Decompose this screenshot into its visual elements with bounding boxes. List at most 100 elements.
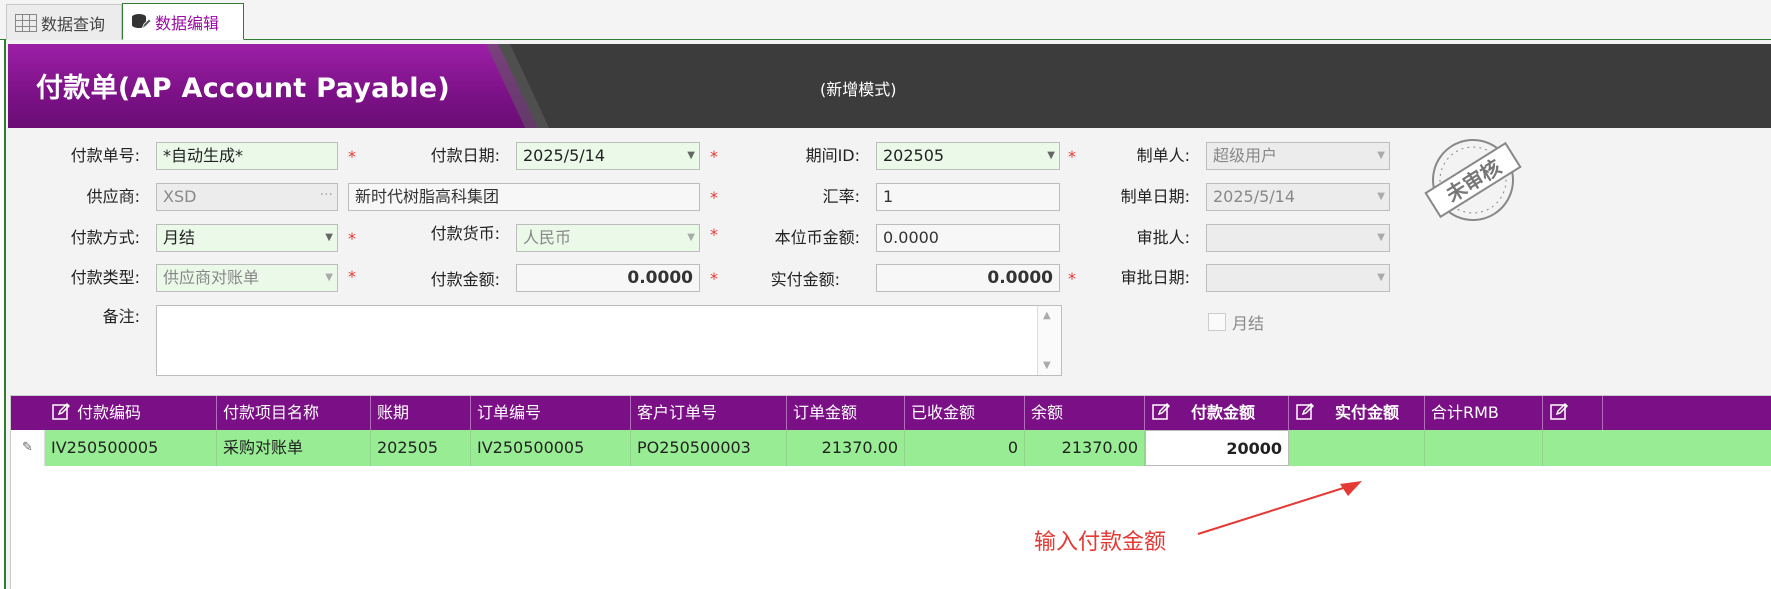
pencil-icon: ✎ [11,430,45,466]
edit-icon [52,402,71,420]
col-header[interactable]: 余额 [1025,396,1145,430]
required-mark: * [1068,269,1076,288]
required-mark: * [348,229,356,248]
col-header[interactable] [1543,396,1603,430]
col-header[interactable]: 订单金额 [787,396,905,430]
chevron-down-icon[interactable]: ▼ [1047,143,1055,169]
currency-label: 付款货币: [430,224,500,243]
pay-amount-label: 付款金额: [430,270,500,289]
col-label: 账期 [377,403,410,422]
approver-field[interactable]: ▼ [1206,224,1390,252]
col-header[interactable]: 付款金额 [1145,396,1289,430]
header-banner: 付款单(AP Account Payable) (新增模式) [8,44,1771,128]
create-date-field[interactable]: 2025/5/14 ▼ [1206,183,1390,211]
chevron-down-icon[interactable]: ▼ [1377,184,1385,210]
col-header[interactable]: 账期 [371,396,471,430]
col-label: 付款编码 [77,403,142,422]
rate-field[interactable]: 1 [876,183,1060,211]
cell-item-name[interactable]: 采购对账单 [217,430,371,466]
create-date-label: 制单日期: [1120,187,1190,206]
actual-amount-label: 实付金额: [770,270,840,289]
col-label: 订单金额 [793,403,858,422]
required-mark: * [710,269,718,288]
chevron-down-icon[interactable]: ▼ [1377,143,1385,169]
col-label: 实付金额 [1335,403,1400,422]
required-mark: * [1068,147,1076,166]
pay-type-value: 供应商对账单 [163,268,260,287]
period-field[interactable]: 202505 ▼ [876,142,1060,170]
cell-extra[interactable] [1543,430,1771,466]
local-amount-field: 0.0000 [876,224,1060,252]
tab-label: 数据编辑 [155,13,220,33]
edit-icon [1550,402,1569,420]
pay-type-field[interactable]: 供应商对账单 ▼ [156,264,338,292]
detail-grid: 付款编码 付款项目名称 账期 订单编号 客户订单号 订单金额 已收金额 余额 付… [10,395,1771,589]
approve-date-label: 审批日期: [1120,268,1190,287]
currency-value: 人民币 [523,228,572,247]
scroll-down-icon[interactable]: ▼ [1043,360,1051,371]
pay-date-value: 2025/5/14 [523,146,606,165]
col-label: 余额 [1031,403,1064,422]
local-amount-label: 本位币金额: [774,228,860,247]
cell-customer-order-no[interactable]: PO250500003 [631,430,787,466]
doc-no-field[interactable]: *自动生成* [156,142,338,170]
currency-field[interactable]: 人民币 ▼ [516,224,700,252]
cell-pay-amount[interactable]: 20000 [1145,430,1289,466]
pay-method-label: 付款方式: [70,228,140,247]
monthly-checkbox-label: 月结 [1232,314,1265,333]
row-header-corner [11,396,45,430]
col-label: 客户订单号 [637,403,718,422]
required-mark: * [710,225,718,244]
col-header[interactable]: 付款项目名称 [217,396,371,430]
tab-data-query[interactable]: 数据查询 [6,4,122,40]
col-header[interactable]: 订单编号 [471,396,631,430]
pay-amount-field: 0.0000 [516,264,700,292]
pay-date-field[interactable]: 2025/5/14 ▼ [516,142,700,170]
cell-total-rmb[interactable] [1425,430,1543,466]
cell-order-no[interactable]: IV250500005 [471,430,631,466]
col-header[interactable]: 实付金额 [1289,396,1425,430]
chevron-down-icon[interactable]: ▼ [1377,225,1385,251]
col-header[interactable]: 付款编码 [45,396,217,430]
monthly-checkbox[interactable] [1208,313,1226,331]
tab-data-edit[interactable]: 数据编辑 [122,3,244,40]
cell-received-amount[interactable]: 0 [905,430,1025,466]
col-label: 合计RMB [1431,403,1499,422]
chevron-down-icon[interactable]: ▼ [325,225,333,251]
approve-date-field[interactable]: ▼ [1206,264,1390,292]
chevron-down-icon[interactable]: ▼ [1377,265,1385,291]
col-label: 已收金额 [911,403,976,422]
chevron-down-icon[interactable]: ▼ [687,225,695,251]
edit-icon [1152,402,1171,420]
scroll-up-icon[interactable]: ▲ [1043,310,1051,321]
cell-actual-amount[interactable] [1289,430,1425,466]
chevron-down-icon[interactable]: ▼ [325,265,333,291]
doc-no-label: 付款单号: [70,146,140,165]
unreviewed-stamp: 未审核 [1424,139,1522,221]
supplier-label: 供应商: [86,187,140,206]
cell-period[interactable]: 202505 [371,430,471,466]
annotation-text: 输入付款金额 [1034,530,1167,555]
col-header[interactable]: 合计RMB [1425,396,1543,430]
cell-balance[interactable]: 21370.00 [1025,430,1145,466]
supplier-code-value: XSD [163,187,197,206]
rate-label: 汇率: [822,187,860,206]
memo-scrollbar[interactable]: ▲ ▼ [1037,306,1061,375]
creator-value: 超级用户 [1213,146,1278,165]
col-header[interactable]: 已收金额 [905,396,1025,430]
ellipsis-icon[interactable]: ··· [320,184,333,208]
creator-field[interactable]: 超级用户 ▼ [1206,142,1390,170]
memo-label: 备注: [102,307,140,326]
cell-order-amount[interactable]: 21370.00 [787,430,905,466]
pay-method-field[interactable]: 月结 ▼ [156,224,338,252]
chevron-down-icon[interactable]: ▼ [687,143,695,169]
table-row[interactable]: ✎ IV250500005 采购对账单 202505 IV250500005 P… [11,430,1771,466]
supplier-code-field[interactable]: XSD ··· [156,183,338,211]
page-title: 付款单(AP Account Payable) [36,73,451,104]
required-mark: * [348,267,356,286]
creator-label: 制单人: [1136,146,1190,165]
col-header[interactable]: 客户订单号 [631,396,787,430]
memo-textarea[interactable]: ▲ ▼ [156,305,1062,376]
required-mark: * [348,147,356,166]
cell-pay-code[interactable]: IV250500005 [45,430,217,466]
